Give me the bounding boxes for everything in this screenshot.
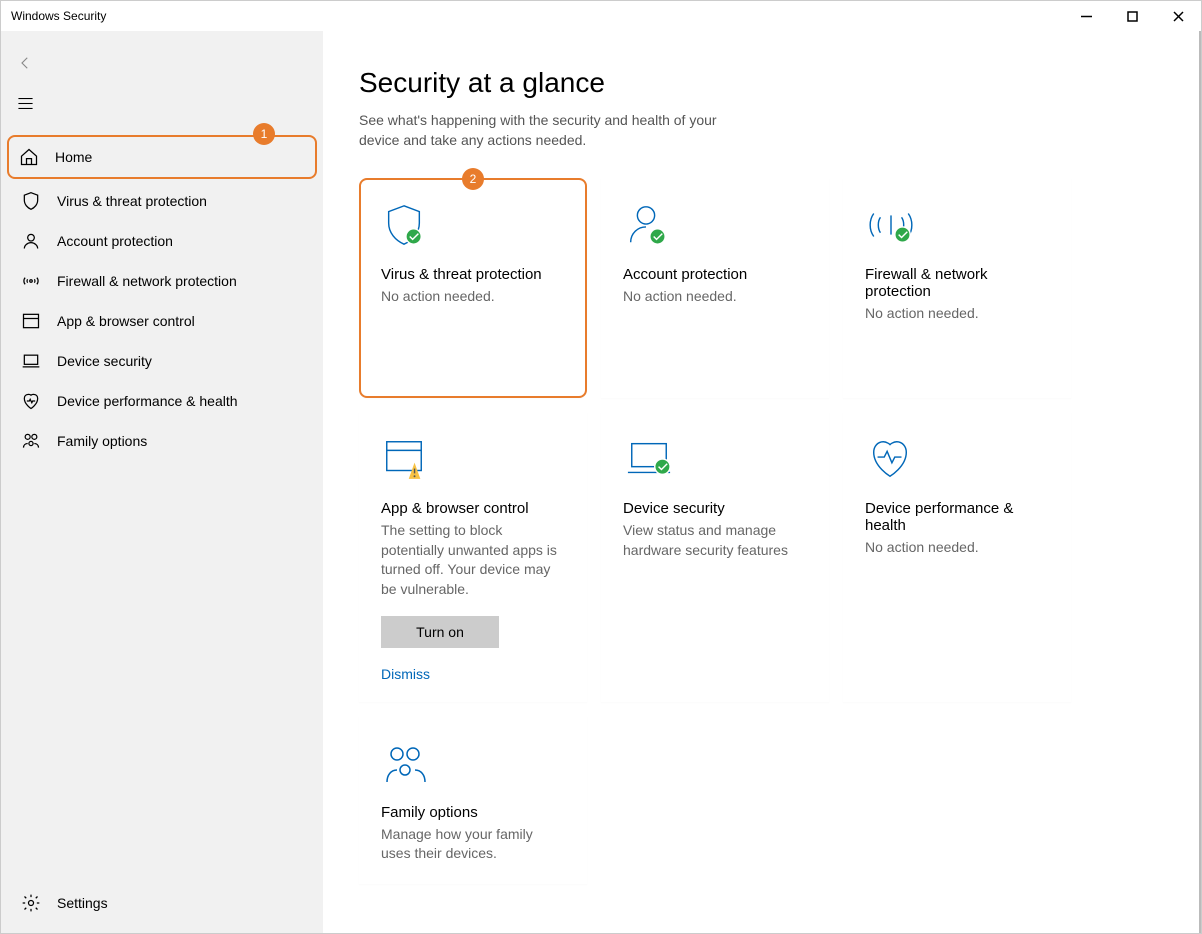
sidebar-item-label: Family options bbox=[57, 433, 147, 449]
tile-appbrowser[interactable]: App & browser control The setting to blo… bbox=[359, 412, 587, 701]
sidebar: Home Virus & threat protection Account p… bbox=[1, 31, 323, 933]
sidebar-item-appbrowser[interactable]: App & browser control bbox=[7, 301, 317, 341]
heart-pulse-icon bbox=[865, 434, 1049, 482]
tile-grid: Virus & threat protection No action need… bbox=[359, 178, 1165, 884]
tile-title: Virus & threat protection bbox=[381, 266, 565, 283]
sidebar-item-home-highlight: Home bbox=[7, 135, 317, 179]
home-icon bbox=[19, 147, 39, 167]
tile-desc: No action needed. bbox=[865, 538, 1049, 558]
sidebar-item-settings[interactable]: Settings bbox=[7, 883, 317, 923]
window-icon bbox=[21, 311, 41, 331]
tile-title: Device performance & health bbox=[865, 500, 1049, 534]
family-icon bbox=[381, 738, 565, 786]
person-check-icon bbox=[623, 200, 807, 248]
sidebar-item-home[interactable]: Home bbox=[9, 137, 315, 177]
tile-firewall[interactable]: Firewall & network protection No action … bbox=[843, 178, 1071, 398]
tile-title: Firewall & network protection bbox=[865, 266, 1049, 300]
tile-performance[interactable]: Device performance & health No action ne… bbox=[843, 412, 1071, 701]
sidebar-item-label: Home bbox=[55, 149, 92, 165]
turn-on-button[interactable]: Turn on bbox=[381, 616, 499, 648]
hamburger-button[interactable] bbox=[1, 83, 49, 123]
tile-family[interactable]: Family options Manage how your family us… bbox=[359, 716, 587, 884]
tile-desc: No action needed. bbox=[381, 287, 565, 307]
sidebar-item-virus[interactable]: Virus & threat protection bbox=[7, 181, 317, 221]
window-title: Windows Security bbox=[11, 9, 106, 23]
sidebar-item-account[interactable]: Account protection bbox=[7, 221, 317, 261]
close-button[interactable] bbox=[1155, 1, 1201, 31]
sidebar-item-performance[interactable]: Device performance & health bbox=[7, 381, 317, 421]
tile-device[interactable]: Device security View status and manage h… bbox=[601, 412, 829, 701]
sidebar-item-firewall[interactable]: Firewall & network protection bbox=[7, 261, 317, 301]
shield-check-icon bbox=[381, 200, 565, 248]
scrollbar[interactable] bbox=[1199, 31, 1201, 933]
tile-desc: Manage how your family uses their device… bbox=[381, 825, 565, 864]
family-icon bbox=[21, 431, 41, 451]
gear-icon bbox=[21, 893, 41, 913]
sidebar-item-label: Settings bbox=[57, 895, 108, 911]
sidebar-item-device[interactable]: Device security bbox=[7, 341, 317, 381]
tile-title: Account protection bbox=[623, 266, 807, 283]
tile-desc: No action needed. bbox=[623, 287, 807, 307]
tile-title: Family options bbox=[381, 804, 565, 821]
sidebar-item-label: Virus & threat protection bbox=[57, 193, 207, 209]
back-button[interactable] bbox=[1, 45, 49, 81]
laptop-icon bbox=[21, 351, 41, 371]
sidebar-item-label: Device performance & health bbox=[57, 393, 238, 409]
tile-account[interactable]: Account protection No action needed. bbox=[601, 178, 829, 398]
tile-desc: No action needed. bbox=[865, 304, 1049, 324]
sidebar-item-label: App & browser control bbox=[57, 313, 195, 329]
dismiss-link[interactable]: Dismiss bbox=[381, 666, 430, 682]
page-subtitle: See what's happening with the security a… bbox=[359, 111, 759, 150]
sidebar-item-family[interactable]: Family options bbox=[7, 421, 317, 461]
main-content: Security at a glance See what's happenin… bbox=[323, 31, 1201, 933]
maximize-button[interactable] bbox=[1109, 1, 1155, 31]
laptop-check-icon bbox=[623, 434, 807, 482]
window-controls bbox=[1063, 1, 1201, 31]
page-title: Security at a glance bbox=[359, 67, 1165, 99]
heart-icon bbox=[21, 391, 41, 411]
sidebar-item-label: Account protection bbox=[57, 233, 173, 249]
minimize-button[interactable] bbox=[1063, 1, 1109, 31]
tile-virus[interactable]: Virus & threat protection No action need… bbox=[359, 178, 587, 398]
person-icon bbox=[21, 231, 41, 251]
tile-desc: The setting to block potentially unwante… bbox=[381, 521, 565, 599]
tile-desc: View status and manage hardware security… bbox=[623, 521, 807, 560]
antenna-icon bbox=[21, 271, 41, 291]
antenna-check-icon bbox=[865, 200, 1049, 248]
sidebar-item-label: Device security bbox=[57, 353, 152, 369]
sidebar-item-label: Firewall & network protection bbox=[57, 273, 237, 289]
shield-icon bbox=[21, 191, 41, 211]
window-warning-icon bbox=[381, 434, 565, 482]
tile-title: Device security bbox=[623, 500, 807, 517]
titlebar: Windows Security bbox=[1, 1, 1201, 31]
tile-title: App & browser control bbox=[381, 500, 565, 517]
